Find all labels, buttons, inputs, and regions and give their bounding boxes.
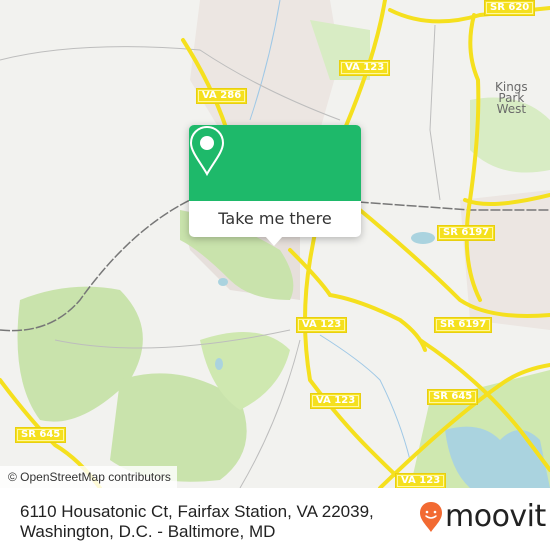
road-shield-sr-645: SR 645 [427,389,479,405]
footer: 6110 Housatonic Ct, Fairfax Station, VA … [0,488,550,550]
road-shield-sr-620: SR 620 [484,0,536,16]
minor-road [429,24,441,201]
road-shield-sr-6197: SR 6197 [434,317,493,333]
address-line-1: 6110 Housatonic Ct, Fairfax Station, VA … [20,502,374,521]
residential-area [190,0,340,130]
moovit-pin-icon [420,502,442,532]
pond [215,358,223,370]
road-shield-va-123: VA 123 [339,60,391,76]
road-shield-va-123: VA 123 [310,393,362,409]
popup-pointer [265,236,283,246]
map-pin-icon [189,125,225,177]
take-me-there-button[interactable]: Take me there [189,201,361,237]
location-popup: Take me there [189,125,361,246]
popup-header [189,125,361,201]
pond [218,278,228,286]
pond [411,232,435,244]
place-label-kings-park-west: Kings Park West [495,81,528,116]
road-shield-va-123: VA 123 [395,473,447,488]
map[interactable]: SR 620 VA 123 VA 286 SR 6197 SR 6197 VA … [0,0,550,488]
road-shield-sr-6197: SR 6197 [437,225,496,241]
road-shield-va-123: VA 123 [296,317,348,333]
road-shield-sr-645: SR 645 [15,427,67,443]
moovit-wordmark: moovit [445,499,546,534]
road-shield-va-286: VA 286 [196,88,248,104]
map-attribution[interactable]: © OpenStreetMap contributors [0,466,177,488]
address-line-2: Washington, D.C. - Baltimore, MD [20,522,276,541]
address: 6110 Housatonic Ct, Fairfax Station, VA … [20,502,390,542]
place-label-line: West [496,102,527,116]
